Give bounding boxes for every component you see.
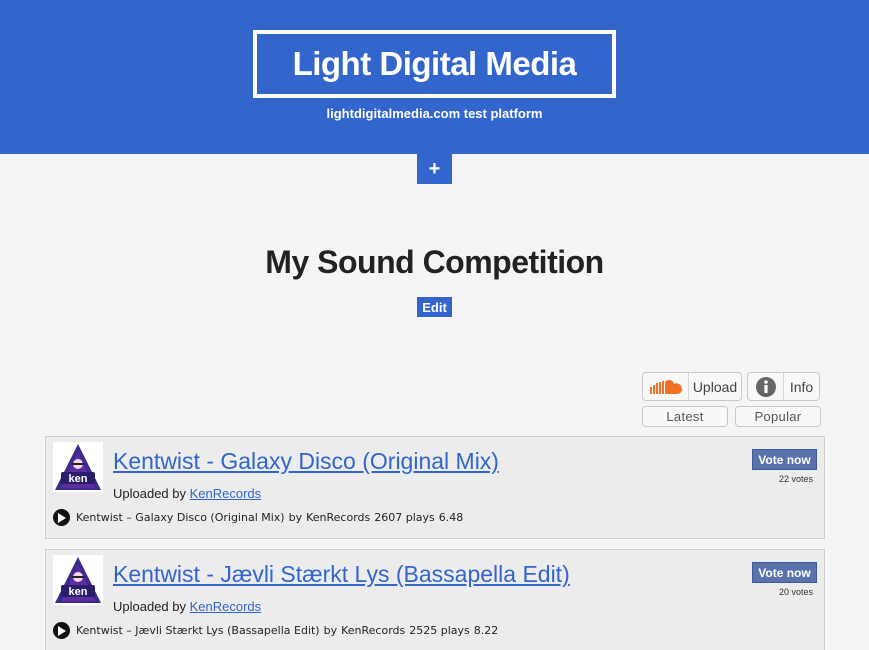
player-plays: 2525 plays	[409, 624, 470, 637]
audio-player: Kentwist – Jævli Stærkt Lys (Bassapella …	[53, 622, 498, 639]
soundcloud-icon	[643, 373, 689, 400]
player-artist: KenRecords	[306, 511, 371, 524]
upload-button[interactable]: Upload	[642, 372, 742, 401]
player-score: 6.48	[438, 511, 464, 524]
info-button[interactable]: Info	[747, 372, 820, 401]
player-track-name: Kentwist – Jævli Stærkt Lys (Bassapella …	[76, 624, 320, 637]
vote-button[interactable]: Vote now	[752, 562, 817, 583]
edit-button[interactable]: Edit	[417, 297, 452, 317]
play-icon[interactable]	[53, 509, 70, 526]
vote-count: 20 votes	[778, 587, 813, 597]
player-by: by	[288, 511, 303, 524]
site-logo[interactable]: Light Digital Media	[253, 30, 616, 98]
player-by: by	[323, 624, 338, 637]
sort-popular-button[interactable]: Popular	[735, 406, 821, 427]
audio-player: Kentwist – Galaxy Disco (Original Mix) b…	[53, 509, 463, 526]
upload-label: Upload	[692, 378, 738, 395]
svg-text:ken: ken	[69, 586, 88, 598]
vote-button[interactable]: Vote now	[752, 449, 817, 470]
entry-uploader: Uploaded by KenRecords	[113, 486, 261, 501]
vote-count: 22 votes	[778, 474, 813, 484]
info-label: Info	[789, 378, 814, 395]
uploaded-by-label: Uploaded by	[113, 486, 186, 501]
entry-uploader: Uploaded by KenRecords	[113, 599, 261, 614]
uploaded-by-label: Uploaded by	[113, 599, 186, 614]
uploader-link[interactable]: KenRecords	[190, 599, 262, 614]
player-artist: KenRecords	[341, 624, 406, 637]
info-circle-icon	[748, 373, 784, 400]
entry-card: ken Kentwist - Jævli Stærkt Lys (Bassape…	[45, 549, 825, 650]
player-track-name: Kentwist – Galaxy Disco (Original Mix)	[76, 511, 285, 524]
ken-logo-icon[interactable]: ken	[53, 442, 103, 492]
player-score: 8.22	[473, 624, 499, 637]
sort-latest-button[interactable]: Latest	[642, 406, 728, 427]
uploader-link[interactable]: KenRecords	[190, 486, 262, 501]
entry-card: ken Kentwist - Galaxy Disco (Original Mi…	[45, 436, 825, 539]
ken-logo-icon[interactable]: ken	[53, 555, 103, 605]
site-logo-text: Light Digital Media	[292, 45, 577, 82]
play-icon[interactable]	[53, 622, 70, 639]
site-header: Light Digital Media lightdigitalmedia.co…	[0, 0, 869, 154]
entry-title-link[interactable]: Kentwist - Jævli Stærkt Lys (Bassapella …	[113, 561, 570, 588]
site-tagline: lightdigitalmedia.com test platform	[326, 106, 543, 121]
svg-text:ken: ken	[69, 473, 88, 485]
add-button[interactable]: +	[417, 154, 452, 184]
player-plays: 2607 plays	[374, 511, 435, 524]
entry-title-link[interactable]: Kentwist - Galaxy Disco (Original Mix)	[113, 448, 499, 475]
page-title: My Sound Competition	[265, 244, 604, 280]
